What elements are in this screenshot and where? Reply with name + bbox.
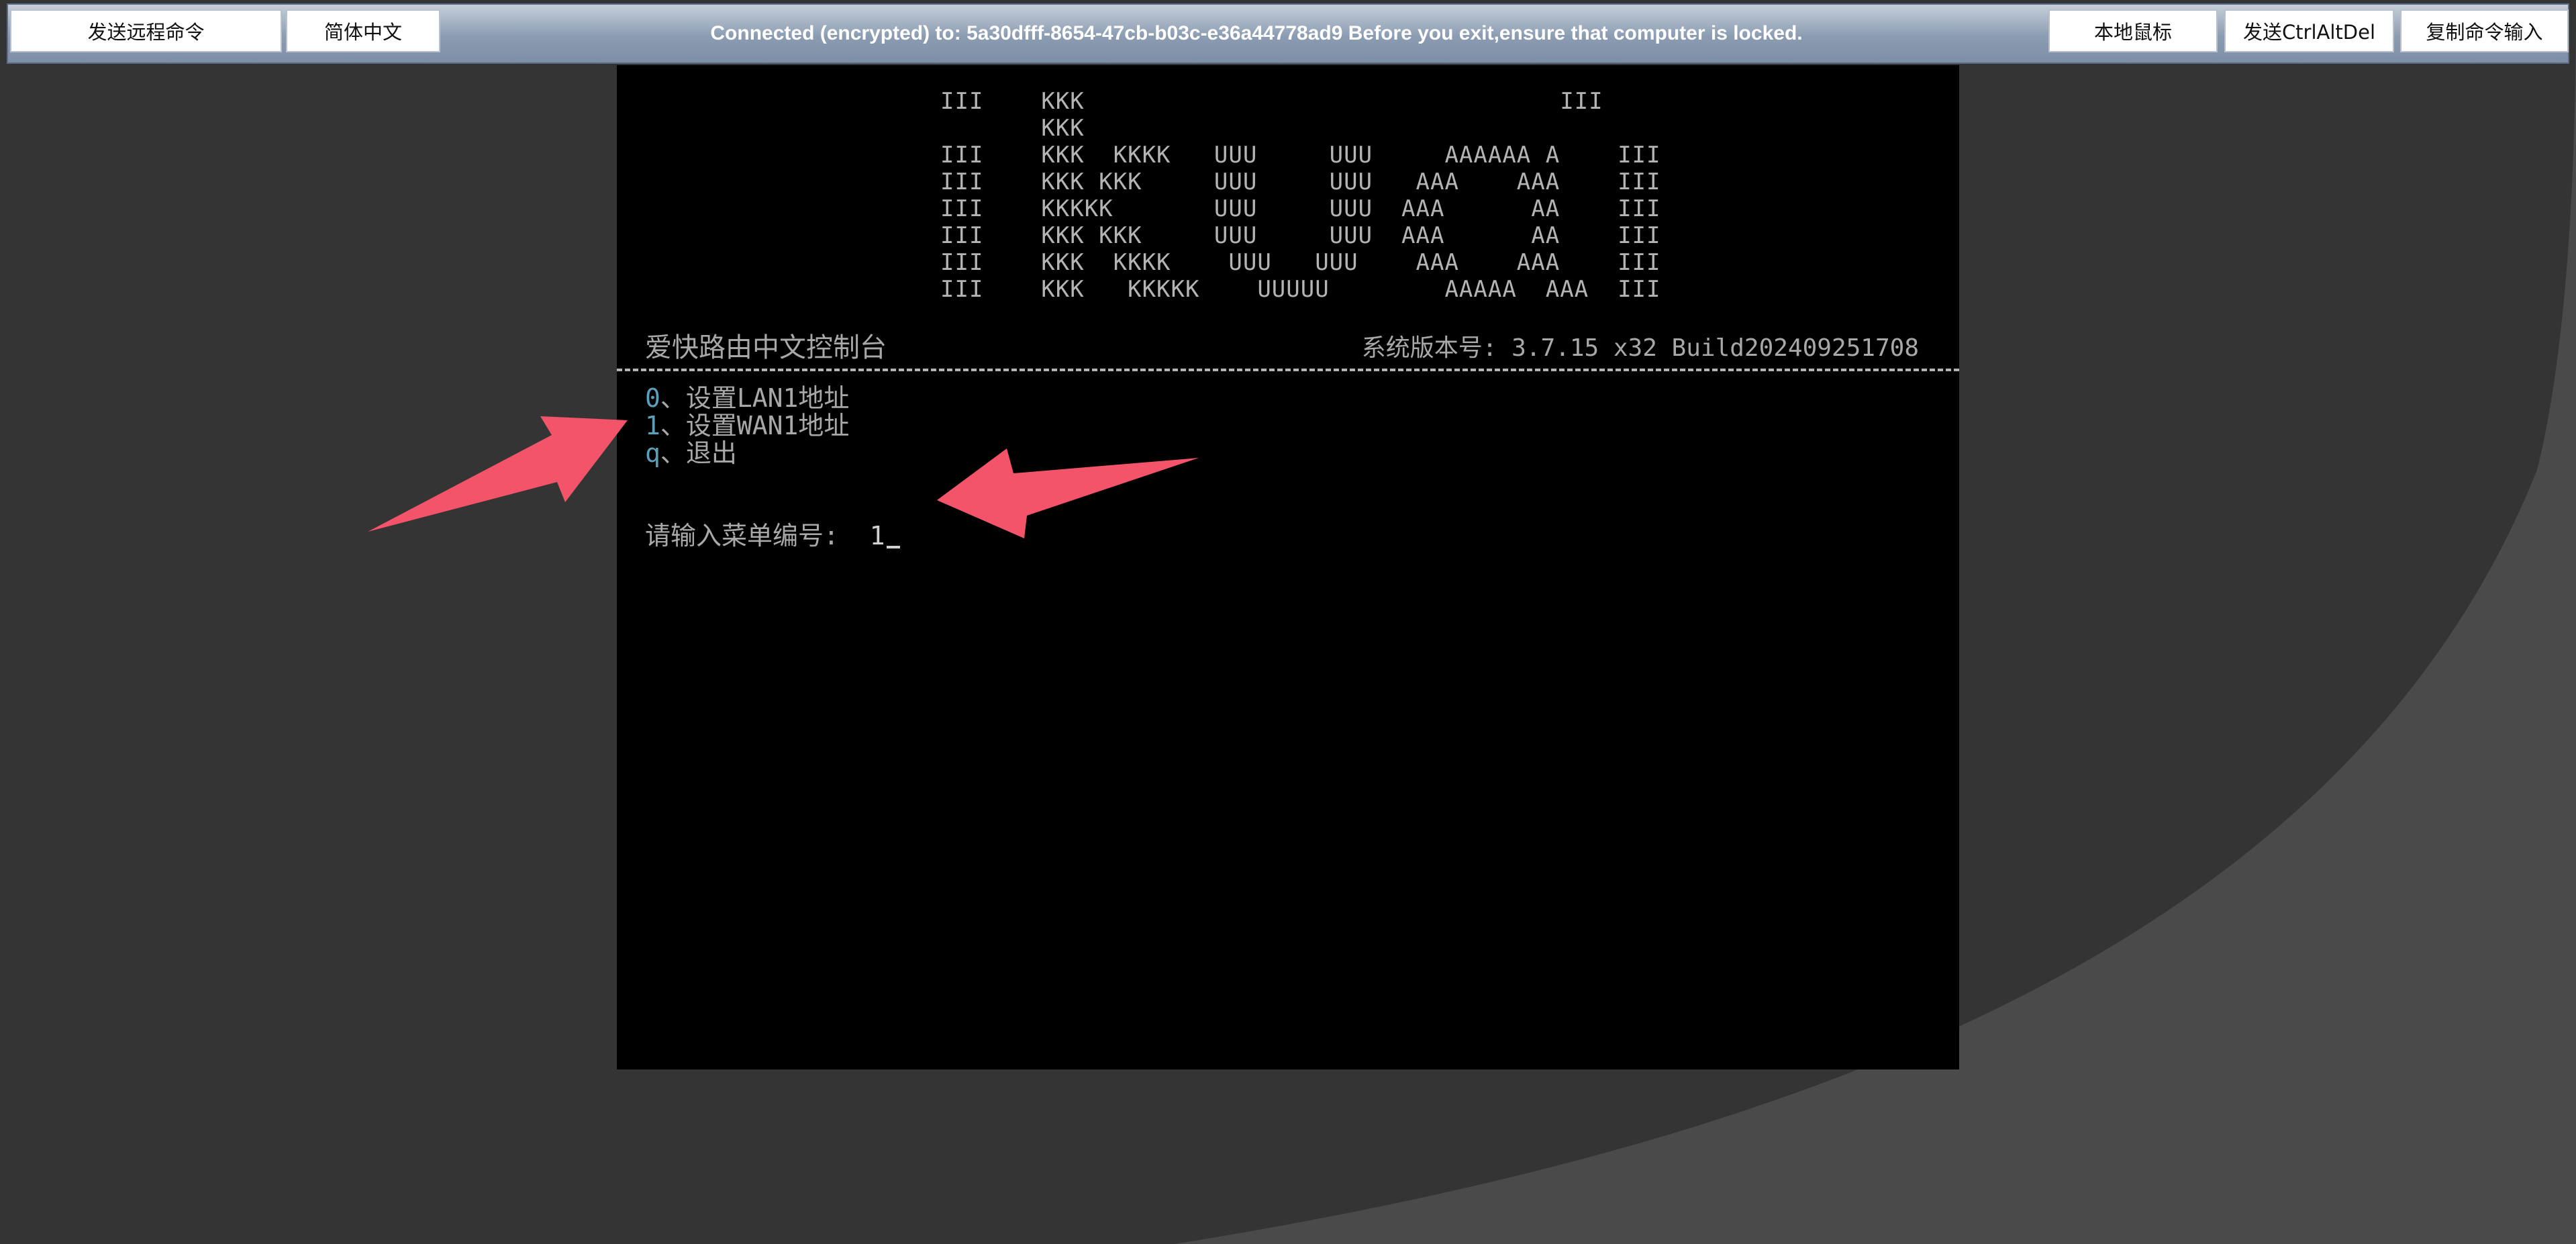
menu-item-quit: q、退出 bbox=[645, 439, 737, 467]
menu-label: 退出 bbox=[685, 438, 737, 468]
menu-label: 设置WAN1地址 bbox=[685, 411, 850, 440]
menu-item-set-wan1: 1、设置WAN1地址 bbox=[645, 412, 849, 440]
ascii-art-line: III KKK KKK UUU UUU AAA AA III bbox=[940, 222, 1661, 249]
ascii-art-line: III KKK KKKK UUU UUU AAA AAA III bbox=[940, 249, 1661, 276]
ascii-art-line: KKK bbox=[940, 115, 1085, 142]
console-divider bbox=[617, 369, 1959, 371]
language-simplified-chinese-button[interactable]: 简体中文 bbox=[286, 9, 440, 52]
menu-item-set-lan1: 0、设置LAN1地址 bbox=[645, 384, 849, 412]
local-mouse-button[interactable]: 本地鼠标 bbox=[2048, 9, 2218, 52]
prompt-label: 请输入菜单编号: bbox=[645, 521, 870, 551]
ascii-art-line: III KKK KKK UUU UUU AAA AAA III bbox=[940, 169, 1661, 195]
prompt-input-value[interactable]: 1 bbox=[870, 521, 885, 551]
send-ctrl-alt-del-button[interactable]: 发送CtrlAltDel bbox=[2224, 9, 2394, 52]
console-title: 爱快路由中文控制台 bbox=[645, 332, 887, 363]
text-cursor bbox=[886, 546, 900, 548]
remote-console-screen[interactable]: III KKK III KKK III KKK KKKK UUU UUU AAA… bbox=[617, 65, 1959, 1069]
connection-status-text: Connected (encrypted) to: 5a30dfff-8654-… bbox=[710, 22, 1803, 44]
menu-label: 设置LAN1地址 bbox=[685, 383, 850, 413]
ascii-art-line: III KKK KKKKK UUUUU AAAAA AAA III bbox=[940, 276, 1661, 303]
menu-key: q bbox=[645, 438, 660, 468]
menu-key: 1 bbox=[645, 411, 660, 440]
menu-key: 0 bbox=[645, 383, 660, 413]
system-version-label: 系统版本号: 3.7.15 x32 Build202409251708 bbox=[1361, 334, 1919, 362]
menu-separator: 、 bbox=[660, 383, 686, 413]
copy-command-input-button[interactable]: 复制命令输入 bbox=[2400, 9, 2569, 52]
send-remote-command-button[interactable]: 发送远程命令 bbox=[10, 9, 282, 52]
ascii-art-line: III KKK III bbox=[940, 88, 1603, 115]
menu-separator: 、 bbox=[660, 438, 686, 468]
ascii-art-line: III KKK KKKK UUU UUU AAAAAA A III bbox=[940, 142, 1661, 169]
ascii-art-line: III KKKKK UUU UUU AAA AA III bbox=[940, 195, 1661, 222]
remote-toolbar: 发送远程命令 简体中文 Connected (encrypted) to: 5a… bbox=[7, 3, 2569, 64]
menu-number-prompt[interactable]: 请输入菜单编号: 1 bbox=[645, 515, 900, 552]
menu-separator: 、 bbox=[660, 411, 686, 440]
remote-console-page: 发送远程命令 简体中文 Connected (encrypted) to: 5a… bbox=[0, 0, 2576, 1244]
